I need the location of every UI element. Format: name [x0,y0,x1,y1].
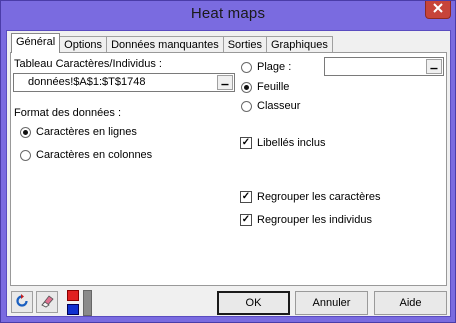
group-characters-label: Regrouper les caractères [257,191,381,203]
ok-button[interactable]: OK [217,291,290,315]
close-icon [433,3,443,16]
sheet-radio[interactable] [241,82,252,93]
window-title: Heat maps [190,5,266,22]
tab-charts[interactable]: Graphiques [265,36,333,53]
format-label: Format des données : [14,107,122,119]
format-rows-radio[interactable] [20,127,31,138]
eraser-button[interactable] [36,291,58,313]
toolbar-divider [83,290,92,316]
group-characters-checkbox[interactable]: ✓ [240,191,252,203]
table-label: Tableau Caractères/Individus : [14,58,162,70]
labels-included-label: Libellés inclus [257,137,326,149]
help-button[interactable]: Aide [374,291,447,315]
format-columns-radio[interactable] [20,150,31,161]
tab-missing-data[interactable]: Données manquantes [106,36,224,53]
range-radio[interactable] [241,62,252,73]
color-switch-icon[interactable] [67,290,79,316]
range-picker-button[interactable]: ▁ [426,59,442,74]
title-bar: Heat maps [1,1,455,29]
range-picker-icon: ▁ [221,75,229,85]
tab-outputs[interactable]: Sorties [222,36,267,53]
range-radio-label: Plage : [257,61,292,73]
group-individuals-checkbox[interactable]: ✓ [240,214,252,226]
dialog-client: Général Options Données manquantes Sorti… [6,30,451,317]
table-range-input[interactable]: données!$A$1:$T$1748 [13,73,235,92]
table-range-value: données!$A$1:$T$1748 [28,76,146,88]
tab-strip: Général Options Données manquantes Sorti… [11,33,333,53]
range-picker-icon: ▁ [430,59,438,69]
reset-button[interactable] [11,291,33,313]
format-rows-label: Caractères en lignes [36,126,137,138]
workbook-radio-label: Classeur [257,100,301,112]
eraser-icon [39,293,55,312]
workbook-radio[interactable] [241,101,252,112]
format-columns-label: Caractères en colonnes [36,149,153,161]
sheet-radio-label: Feuille [257,81,290,93]
close-button[interactable] [425,1,451,19]
tab-options[interactable]: Options [59,36,108,53]
table-range-picker-button[interactable]: ▁ [217,75,233,90]
reset-icon [14,293,30,312]
labels-included-checkbox[interactable]: ✓ [240,137,252,149]
general-panel: Tableau Caractères/Individus : données!$… [10,52,447,286]
dialog-window: Heat maps Général Options Données manqua… [0,0,456,323]
group-individuals-label: Regrouper les individus [257,214,372,226]
cancel-button[interactable]: Annuler [295,291,368,315]
tab-general[interactable]: Général [11,33,61,53]
